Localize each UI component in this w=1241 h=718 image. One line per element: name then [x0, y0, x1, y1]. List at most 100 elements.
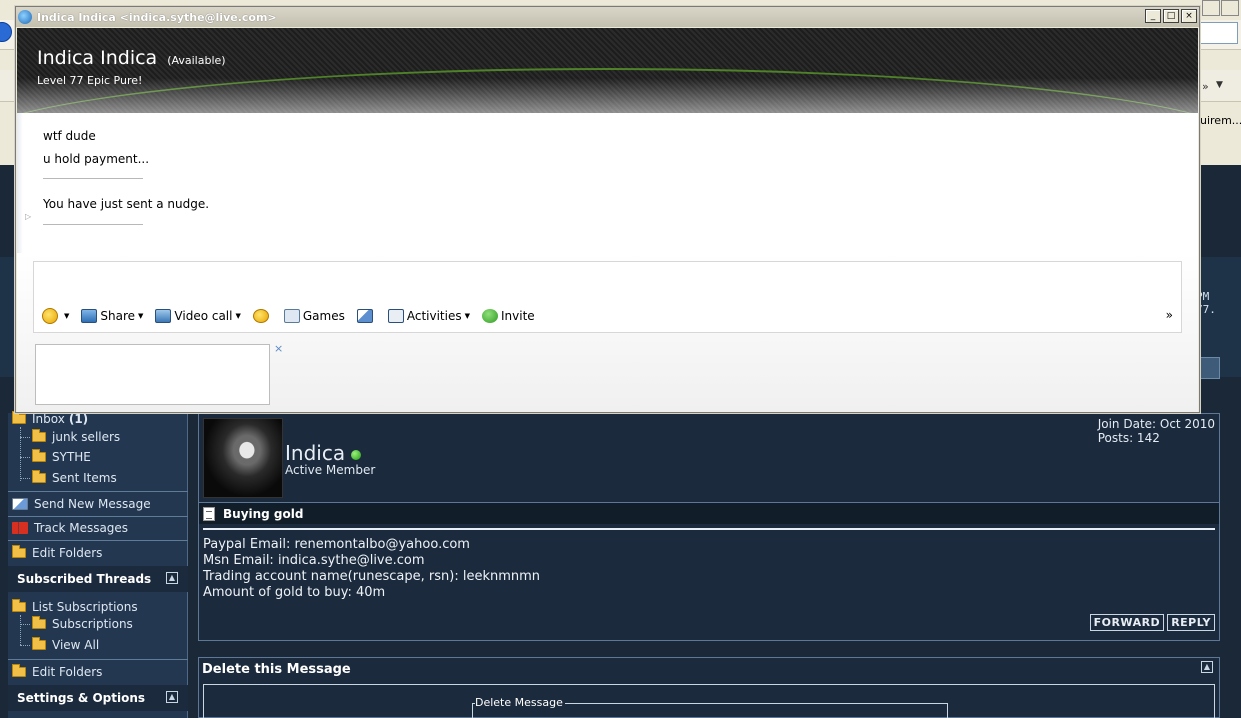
wink-icon	[252, 309, 269, 323]
collapse-icon[interactable]: ▲	[166, 572, 178, 584]
close-button[interactable]: ×	[1181, 9, 1197, 23]
invite-button[interactable]: Invite	[482, 309, 535, 323]
sidebar-item-sythe[interactable]: SYTHE	[32, 447, 91, 467]
system-message: You have just sent a nudge.	[43, 197, 210, 211]
folder-edit-icon	[12, 664, 26, 677]
sidebar-item-sent-items[interactable]: Sent Items	[32, 468, 117, 488]
share-button[interactable]: Share ▼	[81, 309, 143, 323]
message-actions: FORWARD REPLY	[1089, 614, 1215, 631]
subscribed-threads-title: Subscribed Threads	[17, 572, 152, 586]
folder-icon	[32, 470, 46, 483]
sidebar-item-subscriptions[interactable]: Subscriptions	[32, 614, 133, 634]
collapse-icon[interactable]: ▲	[1201, 661, 1213, 673]
message-input[interactable]: ▼ Share ▼ Video call ▼ Games Activities …	[33, 261, 1182, 333]
chat-message: wtf dude	[43, 129, 96, 143]
subscriptions-label: Subscriptions	[52, 617, 133, 631]
sidebar-item-edit-folders-2[interactable]: Edit Folders	[12, 662, 102, 682]
activities-icon	[387, 309, 404, 323]
message-subject-bar: Buying gold	[199, 502, 1219, 524]
body-line: Amount of gold to buy: 40m	[203, 585, 386, 600]
sidebar-item-track-messages[interactable]: Track Messages	[12, 518, 128, 538]
folder-icon	[32, 616, 46, 629]
overflow-chevron-icon[interactable]: »	[1202, 80, 1209, 93]
chat-message: u hold payment...	[43, 152, 150, 166]
private-message-panel: Join Date: Oct 2010 Posts: 142 Indica Ac…	[198, 413, 1220, 641]
chevron-down-icon: ▼	[464, 312, 470, 320]
delete-fieldset-legend: Delete Message	[475, 696, 565, 709]
games-button[interactable]: Games	[283, 309, 345, 323]
invite-icon	[482, 309, 498, 323]
send-new-message-label: Send New Message	[34, 497, 151, 511]
folder-open-icon	[12, 411, 26, 424]
list-subscriptions-label: List Subscriptions	[32, 600, 138, 614]
settings-options-header[interactable]: Settings & Options ▲	[8, 685, 188, 711]
nudge-button[interactable]	[356, 309, 376, 323]
window-titlebar[interactable]: Indica Indica <indica.sythe@live.com> _ …	[16, 7, 1199, 27]
sidebar-item-send-new-message[interactable]: Send New Message	[12, 494, 151, 514]
video-call-button[interactable]: Video call ▼	[155, 309, 241, 323]
folder-icon	[32, 449, 46, 462]
contact-display-name[interactable]: Indica Indica (Available)	[37, 47, 226, 69]
folder-label: junk sellers	[52, 430, 121, 444]
ad-close-icon[interactable]: ×	[274, 342, 283, 355]
forward-button[interactable]: FORWARD	[1089, 614, 1165, 631]
folder-icon	[32, 429, 46, 442]
games-icon	[283, 309, 300, 323]
background-address-input[interactable]	[1198, 22, 1238, 44]
subscribed-threads-header[interactable]: Subscribed Threads ▲	[8, 566, 188, 592]
sender-username[interactable]: Indica	[285, 441, 362, 465]
contact-header: Indica Indica (Available) Level 77 Epic P…	[17, 28, 1198, 113]
activities-label: Activities	[406, 309, 462, 323]
games-label: Games	[302, 309, 345, 323]
emoticon-button[interactable]: ▼	[42, 308, 69, 324]
body-line: Msn Email: indica.sythe@live.com	[203, 553, 425, 568]
reply-button[interactable]: REPLY	[1167, 614, 1215, 631]
contact-status: (Available)	[167, 54, 226, 67]
msn-conversation-window: Indica Indica <indica.sythe@live.com> _ …	[15, 6, 1200, 413]
video-call-label: Video call	[174, 309, 233, 323]
body-line: Paypal Email: renemontalbo@yahoo.com	[203, 537, 470, 552]
inbox-label: Inbox	[32, 412, 65, 426]
settings-options-title: Settings & Options	[17, 691, 146, 705]
video-call-icon	[155, 309, 172, 323]
compose-area: ▼ Share ▼ Video call ▼ Games Activities …	[17, 253, 1198, 412]
divider	[203, 528, 1215, 530]
chevron-down-icon[interactable]: ▼	[1216, 80, 1223, 90]
activities-button[interactable]: Activities ▼	[387, 309, 470, 323]
chevron-down-icon: ▼	[64, 312, 70, 320]
folder-icon	[32, 637, 46, 650]
avatar[interactable]	[203, 418, 283, 498]
sidebar-item-junk-sellers[interactable]: junk sellers	[32, 427, 120, 447]
background-window-controls[interactable]	[1201, 0, 1241, 16]
maximize-button[interactable]: □	[1163, 9, 1179, 23]
private-messages-sidebar: Inbox (1) junk sellers SYTHE Sent Items …	[8, 411, 188, 718]
delete-fieldset: Delete Message	[472, 696, 948, 718]
delete-message-panel: Delete this Message ▲ Delete Message	[198, 657, 1220, 718]
sidebar-item-edit-folders[interactable]: Edit Folders	[12, 543, 102, 563]
smiley-icon	[42, 308, 58, 324]
message-body: Paypal Email: renemontalbo@yahoo.com Msn…	[203, 537, 540, 601]
divider	[43, 178, 143, 179]
tree-line	[20, 427, 21, 481]
track-messages-label: Track Messages	[34, 521, 129, 535]
invite-label: Invite	[501, 309, 535, 323]
minimize-button[interactable]: _	[1145, 9, 1161, 23]
forum-nav-tab[interactable]	[1200, 357, 1220, 379]
wink-button[interactable]	[252, 309, 272, 323]
folder-edit-icon	[12, 545, 26, 558]
inbox-unread-count: (1)	[68, 412, 89, 426]
user-join-info: Join Date: Oct 2010 Posts: 142	[1098, 417, 1215, 445]
conversation-history[interactable]: ▷ wtf dude u hold payment... You have ju…	[17, 113, 1198, 253]
contact-name-text: Indica Indica	[37, 47, 158, 69]
flags-icon	[12, 522, 28, 534]
toolbar-overflow-button[interactable]: »	[1166, 308, 1173, 322]
expand-arrow-icon[interactable]: ▷	[25, 212, 31, 221]
advertisement-box[interactable]	[35, 344, 270, 405]
view-all-label: View All	[52, 638, 100, 652]
conversation-toolbar: ▼ Share ▼ Video call ▼ Games Activities …	[42, 308, 547, 324]
folder-label: Sent Items	[52, 471, 117, 485]
collapse-icon[interactable]: ▲	[166, 691, 178, 703]
sidebar-item-view-all[interactable]: View All	[32, 635, 99, 655]
online-status-icon	[351, 449, 362, 460]
username-text[interactable]: Indica	[285, 441, 345, 465]
